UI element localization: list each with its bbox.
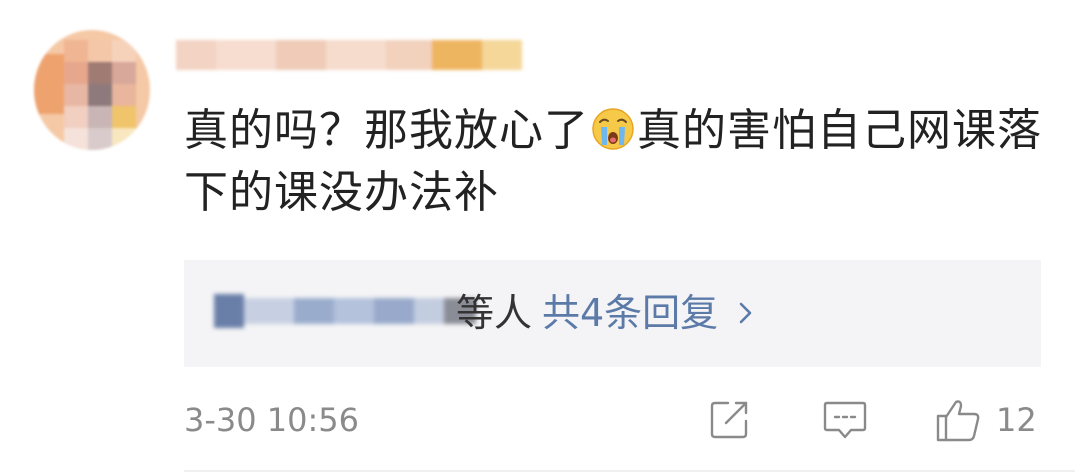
avatar[interactable]: [34, 30, 150, 150]
share-button[interactable]: [708, 398, 752, 442]
view-replies-label: 共4条回复: [542, 291, 719, 335]
comment-text: 真的吗？那我放心了 真的害怕自己网课落下的课没办法补: [184, 100, 1044, 224]
comment-text-part1: 真的吗？那我放心了: [184, 105, 589, 156]
like-count: 12: [996, 401, 1037, 439]
comment-card: 真的吗？那我放心了 真的害怕自己网课落下的课没办法补 等人 共4条回复 3-30…: [0, 0, 1075, 476]
divider: [184, 470, 1075, 472]
chevron-right-icon: [739, 302, 752, 324]
comment-icon: [823, 401, 867, 439]
reply-suffix: 等人: [456, 291, 533, 335]
username[interactable]: [176, 36, 522, 76]
thumbs-up-icon: [936, 400, 980, 442]
share-icon: [710, 401, 748, 439]
comment-timestamp: 3-30 10:56: [184, 401, 360, 439]
reply-user-names: [214, 290, 476, 336]
like-button[interactable]: 12: [934, 398, 1037, 442]
crying-face-emoji: [592, 108, 634, 150]
view-replies-link[interactable]: 共4条回复: [542, 288, 754, 338]
reply-preview[interactable]: 等人 共4条回复: [184, 260, 1041, 367]
reply-button[interactable]: [822, 398, 868, 442]
